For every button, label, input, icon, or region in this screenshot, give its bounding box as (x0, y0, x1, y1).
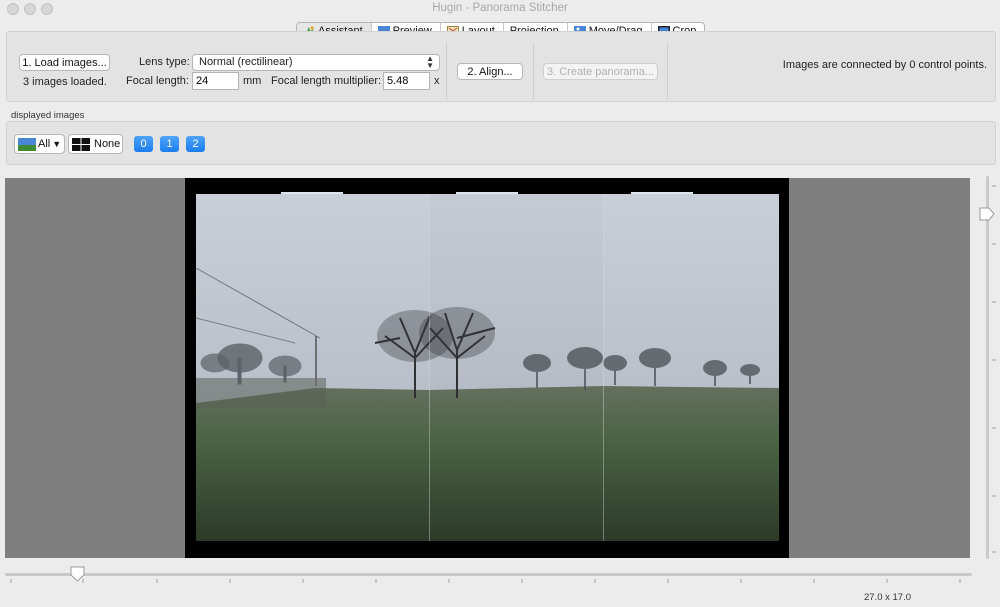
image-toggle-0[interactable]: 0 (134, 136, 153, 152)
image-toggle-1[interactable]: 1 (160, 136, 179, 152)
show-none-label: None (94, 138, 121, 150)
vertical-slider-ticks (992, 185, 996, 553)
show-all-button[interactable]: All ▼ (14, 134, 65, 154)
title-bar: Hugin - Panorama Stitcher (0, 0, 1000, 18)
align-button[interactable]: 2. Align... (457, 63, 523, 80)
focal-length-input[interactable] (192, 72, 239, 90)
canvas-size-readout: 27.0 x 17.0 (863, 592, 911, 603)
all-images-icon (18, 137, 36, 151)
dropdown-arrow-icon: ▼ (52, 139, 62, 149)
focal-length-unit: mm (243, 75, 262, 87)
show-none-button[interactable]: None (68, 134, 123, 154)
image-toggle-2[interactable]: 2 (186, 136, 205, 152)
panorama-image (195, 192, 779, 541)
lens-type-label: Lens type: (139, 56, 190, 68)
horizontal-slider-ticks (10, 579, 961, 583)
show-all-label: All (38, 138, 51, 150)
lens-type-value: Normal (rectilinear) (199, 56, 293, 68)
panorama-preview[interactable] (185, 178, 789, 558)
separator (533, 43, 534, 100)
multiplier-unit: x (434, 75, 440, 87)
images-loaded-text: 3 images loaded. (23, 76, 107, 88)
horizontal-zoom-slider[interactable] (5, 573, 972, 576)
load-images-button[interactable]: 1. Load images... (19, 54, 110, 71)
displayed-images-label: displayed images (11, 110, 85, 121)
create-panorama-button[interactable]: 3. Create panorama... (543, 63, 658, 80)
displayed-images-panel (6, 121, 996, 165)
lens-type-select[interactable]: Normal (rectilinear) ▲ ▼ (192, 54, 440, 71)
chevron-updown-icon: ▲ ▼ (426, 54, 434, 70)
multiplier-label: Focal length multiplier: (271, 75, 382, 87)
separator (667, 43, 668, 100)
no-images-icon (72, 137, 90, 151)
separator (446, 43, 447, 100)
control-points-status: Images are connected by 0 control points… (782, 59, 987, 71)
vertical-zoom-slider[interactable] (986, 176, 989, 559)
multiplier-input[interactable] (383, 72, 430, 90)
window-title: Hugin - Panorama Stitcher (432, 2, 568, 14)
focal-length-label: Focal length: (126, 75, 189, 87)
